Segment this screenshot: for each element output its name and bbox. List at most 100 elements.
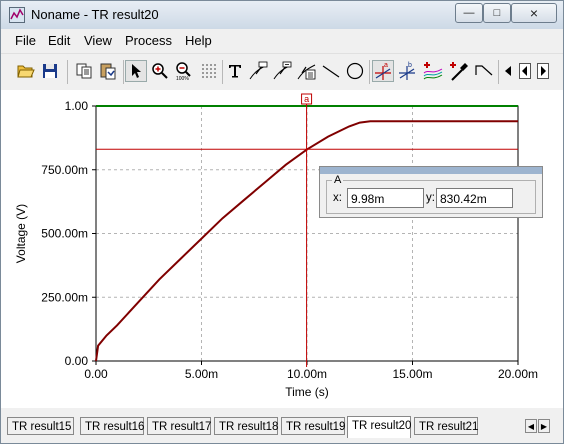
curve-label-2-icon xyxy=(273,61,292,80)
cursor-x-field[interactable]: 9.98m xyxy=(347,188,424,208)
tab-tr-result15[interactable]: TR result15 xyxy=(7,417,74,435)
step-icon xyxy=(475,65,493,76)
menu-help[interactable]: Help xyxy=(185,33,212,48)
window-title: Noname - TR result20 xyxy=(31,7,159,22)
scroll-prev-icon xyxy=(519,63,531,79)
pointer-icon xyxy=(132,64,141,78)
circle-button[interactable] xyxy=(344,60,366,82)
scroll-right-icon xyxy=(537,63,549,79)
cursor-x-label: x: xyxy=(333,192,342,204)
cursor-b-icon: b xyxy=(399,62,415,80)
tab-tr-result17[interactable]: TR result17 xyxy=(147,417,211,435)
tab-tr-result16[interactable]: TR result16 xyxy=(80,417,144,435)
minimize-icon: — xyxy=(463,7,475,19)
text-icon xyxy=(229,65,241,78)
toolbar-separator xyxy=(498,60,499,84)
line-button[interactable] xyxy=(320,60,342,82)
maximize-button[interactable]: □ xyxy=(483,3,511,23)
zoom-out-icon: 100% xyxy=(176,62,191,81)
cursor-a-label: a xyxy=(304,94,309,104)
minimize-button[interactable]: — xyxy=(455,3,483,23)
grid-button[interactable] xyxy=(198,60,220,82)
tab-scroll-right-icon: ▶ xyxy=(540,422,548,431)
zoom-in-button[interactable] xyxy=(149,60,171,82)
x-tick-label: 20.00m xyxy=(498,367,538,381)
x-tick-label: 0.00 xyxy=(84,367,108,381)
save-button[interactable] xyxy=(39,60,61,82)
svg-text:100%: 100% xyxy=(176,76,189,81)
scroll-prev-button[interactable] xyxy=(517,60,533,82)
curve-label-icon xyxy=(249,61,268,80)
zoom-out-button[interactable]: 100% xyxy=(173,60,195,82)
cursor-y-field[interactable]: 830.42m xyxy=(436,188,513,208)
x-tick-label: 15.00m xyxy=(392,367,432,381)
add-curve-button[interactable] xyxy=(422,60,444,82)
tab-scroll-left-icon: ◀ xyxy=(527,422,535,431)
x-tick-label: 5.00m xyxy=(185,367,218,381)
app-icon xyxy=(9,7,25,23)
toolbar-separator xyxy=(123,60,124,84)
title-bar[interactable]: Noname - TR result20 — □ × xyxy=(1,1,563,29)
toolbar: 100% a b xyxy=(1,53,563,91)
close-icon: × xyxy=(529,5,539,21)
copy-button[interactable] xyxy=(73,60,95,82)
cursor-readout-panel[interactable]: A x: 9.98m y: 830.42m xyxy=(319,166,543,218)
open-button[interactable] xyxy=(15,60,37,82)
menu-view[interactable]: View xyxy=(84,33,112,48)
x-axis-label: Time (s) xyxy=(285,385,329,399)
menu-process[interactable]: Process xyxy=(125,33,172,48)
cursor-group-label: A xyxy=(332,174,344,186)
zoom-in-icon xyxy=(152,63,168,79)
cursor-panel-titlebar[interactable] xyxy=(320,167,542,174)
pointer-button[interactable] xyxy=(125,60,147,82)
menu-bar: File Edit View Process Help xyxy=(1,31,563,51)
app-window: Noname - TR result20 — □ × File Edit Vie… xyxy=(0,0,564,444)
add-curve-icon xyxy=(423,62,443,80)
tab-tr-result19[interactable]: TR result19 xyxy=(281,417,345,435)
scroll-right-button[interactable] xyxy=(535,60,551,82)
paste-special-button[interactable] xyxy=(97,60,119,82)
plot-panel[interactable]: 0.00 5.00m 10.00m 15.00m 20.00m 0.00 250.00m 50… xyxy=(1,90,563,408)
curve-label-button[interactable] xyxy=(248,60,270,82)
scroll-left-button[interactable] xyxy=(501,60,515,82)
curve-label-2-button[interactable] xyxy=(272,60,294,82)
menu-edit[interactable]: Edit xyxy=(48,33,70,48)
circle-icon xyxy=(346,62,364,80)
cursor-b-button[interactable]: b xyxy=(396,60,418,82)
result-tab-bar: TR result15 TR result16 TR result17 TR r… xyxy=(1,411,563,443)
tab-tr-result20[interactable]: TR result20 xyxy=(347,416,411,438)
line-icon xyxy=(322,65,340,78)
y-tick-label: 250.00m xyxy=(41,290,88,304)
tab-scroll-right-button[interactable]: ▶ xyxy=(538,419,550,433)
text-button[interactable] xyxy=(224,60,246,82)
step-button[interactable] xyxy=(473,60,495,82)
menu-file[interactable]: File xyxy=(15,33,36,48)
probe-button[interactable] xyxy=(448,60,470,82)
chart[interactable]: 0.00 5.00m 10.00m 15.00m 20.00m 0.00 250.00m 50… xyxy=(1,90,563,408)
scroll-left-icon xyxy=(505,66,511,76)
y-tick-label: 0.00 xyxy=(65,354,89,368)
tab-tr-result21[interactable]: TR result21 xyxy=(414,417,478,435)
maximize-icon: □ xyxy=(493,7,501,19)
copy-icon xyxy=(76,63,92,79)
tab-tr-result18[interactable]: TR result18 xyxy=(214,417,278,435)
x-tick-label: 10.00m xyxy=(287,367,327,381)
cursor-y-label: y: xyxy=(426,192,435,204)
cursor-a-button[interactable]: a xyxy=(372,60,394,82)
y-tick-label: 1.00 xyxy=(65,99,89,113)
save-icon xyxy=(43,64,57,78)
y-axis-label: Voltage (V) xyxy=(14,204,28,263)
close-button[interactable]: × xyxy=(511,3,557,23)
grid-icon xyxy=(202,64,216,78)
curve-label-3-icon xyxy=(297,64,316,80)
tab-scroll-left-button[interactable]: ◀ xyxy=(525,419,537,433)
curve-label-3-button[interactable] xyxy=(296,60,318,82)
toolbar-separator xyxy=(67,60,68,84)
toolbar-separator xyxy=(222,60,223,84)
cursor-a-icon: a xyxy=(375,62,391,80)
svg-text:a: a xyxy=(384,62,388,69)
svg-text:b: b xyxy=(408,62,412,69)
y-tick-label: 500.00m xyxy=(41,227,88,241)
probe-icon xyxy=(450,62,468,81)
toolbar-separator xyxy=(369,60,370,84)
